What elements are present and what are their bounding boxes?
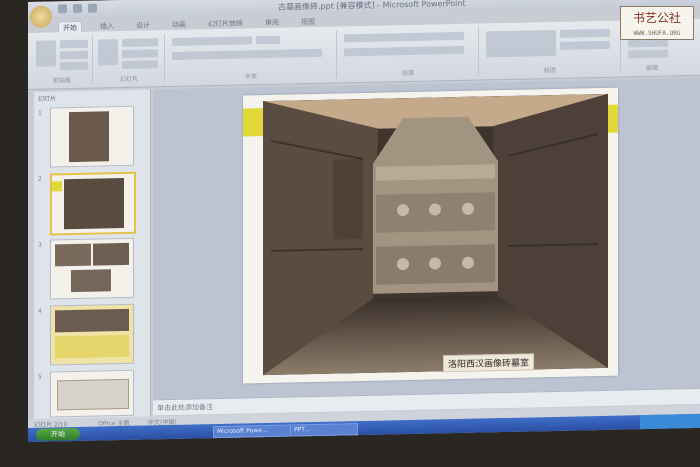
- font-name-select[interactable]: [172, 36, 252, 46]
- align-buttons[interactable]: [344, 45, 464, 57]
- title-bar: 古墓画像砖.ppt [兼容模式] - Microsoft PowerPoint: [28, 0, 700, 28]
- group-drawing: 绘图: [480, 24, 621, 76]
- group-label: 剪贴板: [52, 77, 71, 85]
- thumbnail-image: [69, 111, 109, 163]
- group-clipboard: 剪贴板: [32, 35, 93, 85]
- redo-icon[interactable]: [88, 3, 97, 13]
- undo-icon[interactable]: [73, 3, 82, 14]
- office-button[interactable]: [30, 5, 52, 28]
- group-label: 字体: [244, 73, 257, 81]
- format-painter-button[interactable]: [60, 61, 88, 71]
- slide-number: 3: [38, 241, 42, 249]
- group-label: 绘图: [543, 66, 556, 75]
- task-ppt[interactable]: PPT...: [290, 423, 358, 437]
- list-buttons[interactable]: [344, 31, 464, 43]
- delete-slide-button[interactable]: [122, 60, 158, 70]
- current-slide[interactable]: 洛阳西汉画像砖墓室: [243, 87, 618, 384]
- watermark-url: WWW.SHUFA.ORG: [633, 30, 681, 37]
- slide-thumbnail[interactable]: [50, 369, 134, 418]
- paste-button[interactable]: [36, 40, 56, 67]
- save-icon[interactable]: [58, 4, 67, 14]
- slide-number: 4: [38, 307, 42, 315]
- thumbnail-image: [64, 177, 124, 230]
- slides-tab[interactable]: 幻灯片: [34, 89, 150, 106]
- group-label: 幻灯片: [119, 75, 138, 84]
- select-button[interactable]: [628, 49, 668, 59]
- thumbnail-image: [71, 269, 111, 293]
- shapes-gallery[interactable]: [486, 29, 556, 58]
- group-font: 字体: [166, 30, 337, 83]
- cut-button[interactable]: [60, 39, 88, 49]
- start-button[interactable]: 开始: [36, 427, 80, 441]
- slide-editor: 洛阳西汉画像砖墓室: [153, 77, 700, 400]
- tomb-photo[interactable]: [263, 93, 608, 376]
- group-slides: 幻灯片: [94, 34, 165, 84]
- new-slide-button[interactable]: [98, 39, 118, 66]
- slide-thumbnail[interactable]: [50, 171, 136, 236]
- window-title: 古墓画像砖.ppt [兼容模式] - Microsoft PowerPoint: [278, 0, 466, 12]
- group-label: 编辑: [645, 64, 658, 73]
- font-format-buttons[interactable]: [172, 48, 322, 60]
- slide-accent-right: [608, 104, 618, 133]
- quick-access-toolbar: [58, 3, 97, 14]
- slide-number: 2: [38, 175, 42, 183]
- slide-thumbnail[interactable]: [50, 303, 134, 366]
- notes-placeholder: 单击此处添加备注: [157, 403, 213, 413]
- slide-accent-left: [243, 108, 263, 137]
- system-tray: [640, 413, 700, 430]
- copy-button[interactable]: [60, 50, 88, 60]
- layout-button[interactable]: [122, 38, 158, 48]
- thumbnail-image: [55, 308, 129, 333]
- projected-screen: 古墓画像砖.ppt [兼容模式] - Microsoft PowerPoint …: [28, 0, 700, 442]
- thumbnail-text: [55, 334, 129, 359]
- slide-caption[interactable]: 洛阳西汉画像砖墓室: [443, 353, 535, 373]
- tomb-photo-graphic: [263, 93, 608, 376]
- group-paragraph: 段落: [338, 27, 479, 79]
- thumbnail-image: [57, 378, 129, 411]
- slide-number: 5: [38, 373, 42, 381]
- slide-thumbnail[interactable]: [50, 105, 134, 168]
- thumbnail-accent: [52, 181, 62, 192]
- thumbnail-image: [93, 242, 129, 266]
- shape-fill-button[interactable]: [560, 40, 610, 50]
- site-watermark: 书艺公社 WWW.SHUFA.ORG: [620, 6, 694, 40]
- watermark-logo-text: 书艺公社: [632, 11, 681, 25]
- group-label: 段落: [401, 69, 414, 78]
- reset-button[interactable]: [122, 49, 158, 59]
- font-size-select[interactable]: [256, 35, 280, 45]
- task-powerpoint[interactable]: Microsoft Powe...: [213, 424, 291, 439]
- slide-thumbnail[interactable]: [50, 237, 134, 300]
- slide-number: 1: [38, 109, 42, 117]
- slides-pane: 幻灯片 1 2 3 4 5: [34, 89, 151, 422]
- thumbnail-image: [55, 243, 91, 267]
- quick-styles-button[interactable]: [560, 28, 610, 38]
